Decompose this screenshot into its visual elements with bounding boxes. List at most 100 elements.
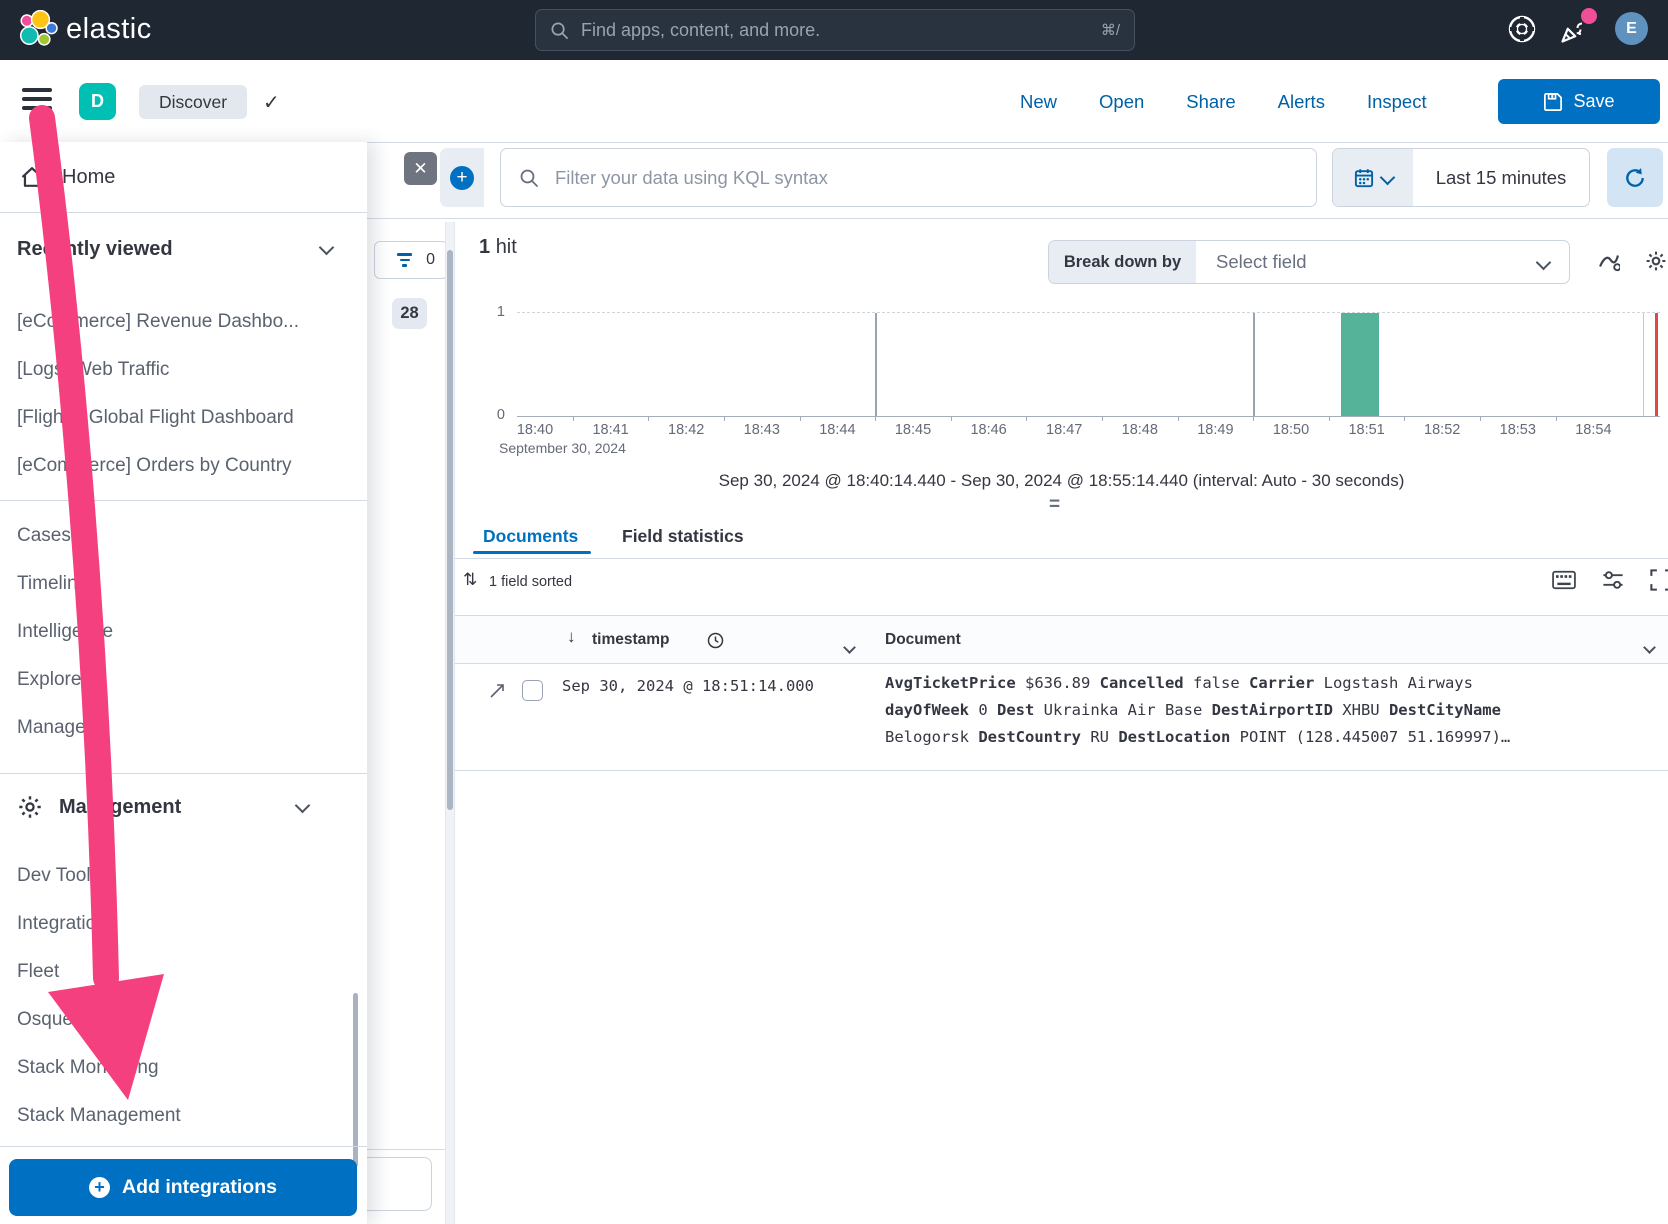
add-integrations-label: Add integrations [122, 1176, 277, 1199]
available-fields-count-badge: 28 [392, 298, 427, 329]
menu-icon[interactable] [22, 88, 52, 114]
toolbar-action-share[interactable]: Share [1186, 91, 1235, 113]
recent-item-logs-web-traffic[interactable]: [Logs] Web Traffic [0, 346, 367, 394]
divider [0, 1146, 367, 1147]
divider [0, 212, 367, 213]
sidebar-item-intelligence[interactable]: Intelligence [0, 608, 367, 656]
space-badge[interactable]: D [79, 83, 116, 120]
help-icon[interactable] [1507, 14, 1537, 44]
tab-documents[interactable]: Documents [483, 526, 578, 547]
x-axis-tick: 18:43 [744, 422, 780, 438]
global-search-input[interactable] [579, 19, 1101, 42]
x-axis-tick: 18:46 [970, 422, 1006, 438]
keyboard-icon[interactable] [1552, 570, 1576, 590]
fields-panel-scrollbar[interactable] [447, 250, 453, 810]
tick-mark [1253, 417, 1254, 421]
date-quick-select-button[interactable] [1333, 149, 1413, 206]
sorted-fields-button[interactable]: 1 field sorted [489, 574, 572, 590]
histogram-plot[interactable]: 18:4018:4118:4218:4318:4418:4518:4618:47… [517, 312, 1660, 417]
add-integrations-button[interactable]: + Add integrations [9, 1159, 357, 1216]
range-end-line [1643, 313, 1644, 416]
x-axis-tick: 18:42 [668, 422, 704, 438]
toolbar-action-new[interactable]: New [1020, 91, 1057, 113]
x-axis-tick: 18:53 [1500, 422, 1536, 438]
expand-row-icon[interactable] [489, 683, 505, 699]
sidebar-item-manage[interactable]: Manage [0, 704, 367, 752]
column-menu-timestamp[interactable] [845, 639, 854, 657]
save-icon [1543, 92, 1563, 112]
sidebar-item-osquery[interactable]: Osquery [0, 996, 367, 1044]
doc-field-name: Dest [997, 701, 1034, 719]
sidebar-item-integrations[interactable]: Integrations [0, 900, 367, 948]
sidebar-item-fleet[interactable]: Fleet [0, 948, 367, 996]
chart-options-gear-icon[interactable] [1645, 250, 1667, 272]
plus-circle-icon: + [89, 1177, 110, 1198]
tick-mark [1480, 417, 1481, 421]
edit-visualization-icon[interactable] [1598, 250, 1620, 272]
divider [0, 773, 367, 774]
sidebar-item-stack-management[interactable]: Stack Management [0, 1092, 367, 1140]
recently-viewed-heading[interactable]: Recently viewed [17, 238, 350, 261]
fullscreen-icon[interactable] [1650, 569, 1668, 591]
save-label: Save [1573, 91, 1614, 112]
x-axis-tick: 18:49 [1197, 422, 1233, 438]
column-menu-document[interactable] [1645, 639, 1654, 657]
toolbar-action-open[interactable]: Open [1099, 91, 1144, 113]
global-search-bar[interactable]: ⌘/ [535, 9, 1135, 51]
discover-page: ✕ 0 28 + Last 15 minutes [0, 0, 1668, 1224]
doc-field-name: DestLocation [1118, 728, 1230, 746]
field-type-filter[interactable]: 0 [374, 241, 448, 279]
sidebar-item-stack-monitoring[interactable]: Stack Monitoring [0, 1044, 367, 1092]
avatar[interactable]: E [1615, 12, 1648, 45]
sidebar-scrollbar[interactable] [353, 993, 358, 1167]
column-header-timestamp[interactable]: timestamp [592, 631, 670, 649]
kql-query-bar[interactable] [500, 148, 1317, 207]
toolbar-action-alerts[interactable]: Alerts [1278, 91, 1325, 113]
tick-mark [1102, 417, 1103, 421]
divider [0, 500, 367, 501]
refresh-button[interactable] [1607, 148, 1663, 207]
app-toolbar: D Discover ✓ NewOpenShareAlertsInspect S… [0, 60, 1668, 143]
display-options-icon[interactable] [1602, 569, 1624, 591]
histogram-bar[interactable] [1341, 313, 1379, 416]
tick-mark [1178, 417, 1179, 421]
sidebar-item-dev-tools[interactable]: Dev Tools [0, 852, 367, 900]
elastic-logo [17, 10, 59, 50]
resize-handle-icon[interactable]: = [1049, 494, 1060, 516]
clock-icon [707, 632, 724, 649]
grid-toolbar-icons [1552, 569, 1668, 591]
section-title: Management [59, 796, 181, 819]
recent-item-flights-global-flight-dashboard[interactable]: [Flights] Global Flight Dashboard [0, 394, 367, 442]
calendar-icon [1354, 168, 1374, 188]
tick-mark [800, 417, 801, 421]
divider [455, 558, 1668, 559]
close-flyout-button[interactable]: ✕ [404, 152, 437, 185]
recent-item-ecommerce-revenue-dashbo[interactable]: [eCommerce] Revenue Dashbo... [0, 298, 367, 346]
tick-mark [875, 417, 876, 421]
chevron-down-icon [1379, 170, 1395, 186]
gear-icon [17, 794, 43, 820]
sidebar-item-home[interactable]: Home [0, 150, 367, 204]
sort-descending-icon[interactable]: ↓ [567, 627, 576, 647]
breakdown-select[interactable]: Select field [1196, 241, 1569, 283]
row-checkbox[interactable] [522, 680, 543, 701]
sidebar-item-timelines[interactable]: Timelines [0, 560, 367, 608]
column-header-document[interactable]: Document [885, 631, 961, 649]
tab-field-statistics[interactable]: Field statistics [622, 526, 744, 547]
active-tab-underline [473, 551, 591, 554]
section-title: Recently viewed [17, 238, 173, 261]
time-range-button[interactable]: Last 15 minutes [1413, 149, 1589, 206]
save-button[interactable]: Save [1498, 79, 1660, 124]
toolbar-action-inspect[interactable]: Inspect [1367, 91, 1427, 113]
navigation-flyout: Home Recently viewed [eCommerce] Revenue… [0, 142, 367, 1224]
date-picker: Last 15 minutes [1332, 148, 1590, 207]
add-filter-button[interactable]: + [450, 166, 474, 190]
x-axis-tick: 18:44 [819, 422, 855, 438]
sidebar-item-cases[interactable]: Cases [0, 512, 367, 560]
sidebar-item-explore[interactable]: Explore [0, 656, 367, 704]
kql-input[interactable] [553, 166, 1298, 190]
management-heading[interactable]: Management [17, 794, 350, 820]
breakdown-label: Break down by [1049, 241, 1196, 283]
recent-item-ecommerce-orders-by-country[interactable]: [eCommerce] Orders by Country [0, 442, 367, 490]
breadcrumb[interactable]: Discover [139, 85, 247, 119]
